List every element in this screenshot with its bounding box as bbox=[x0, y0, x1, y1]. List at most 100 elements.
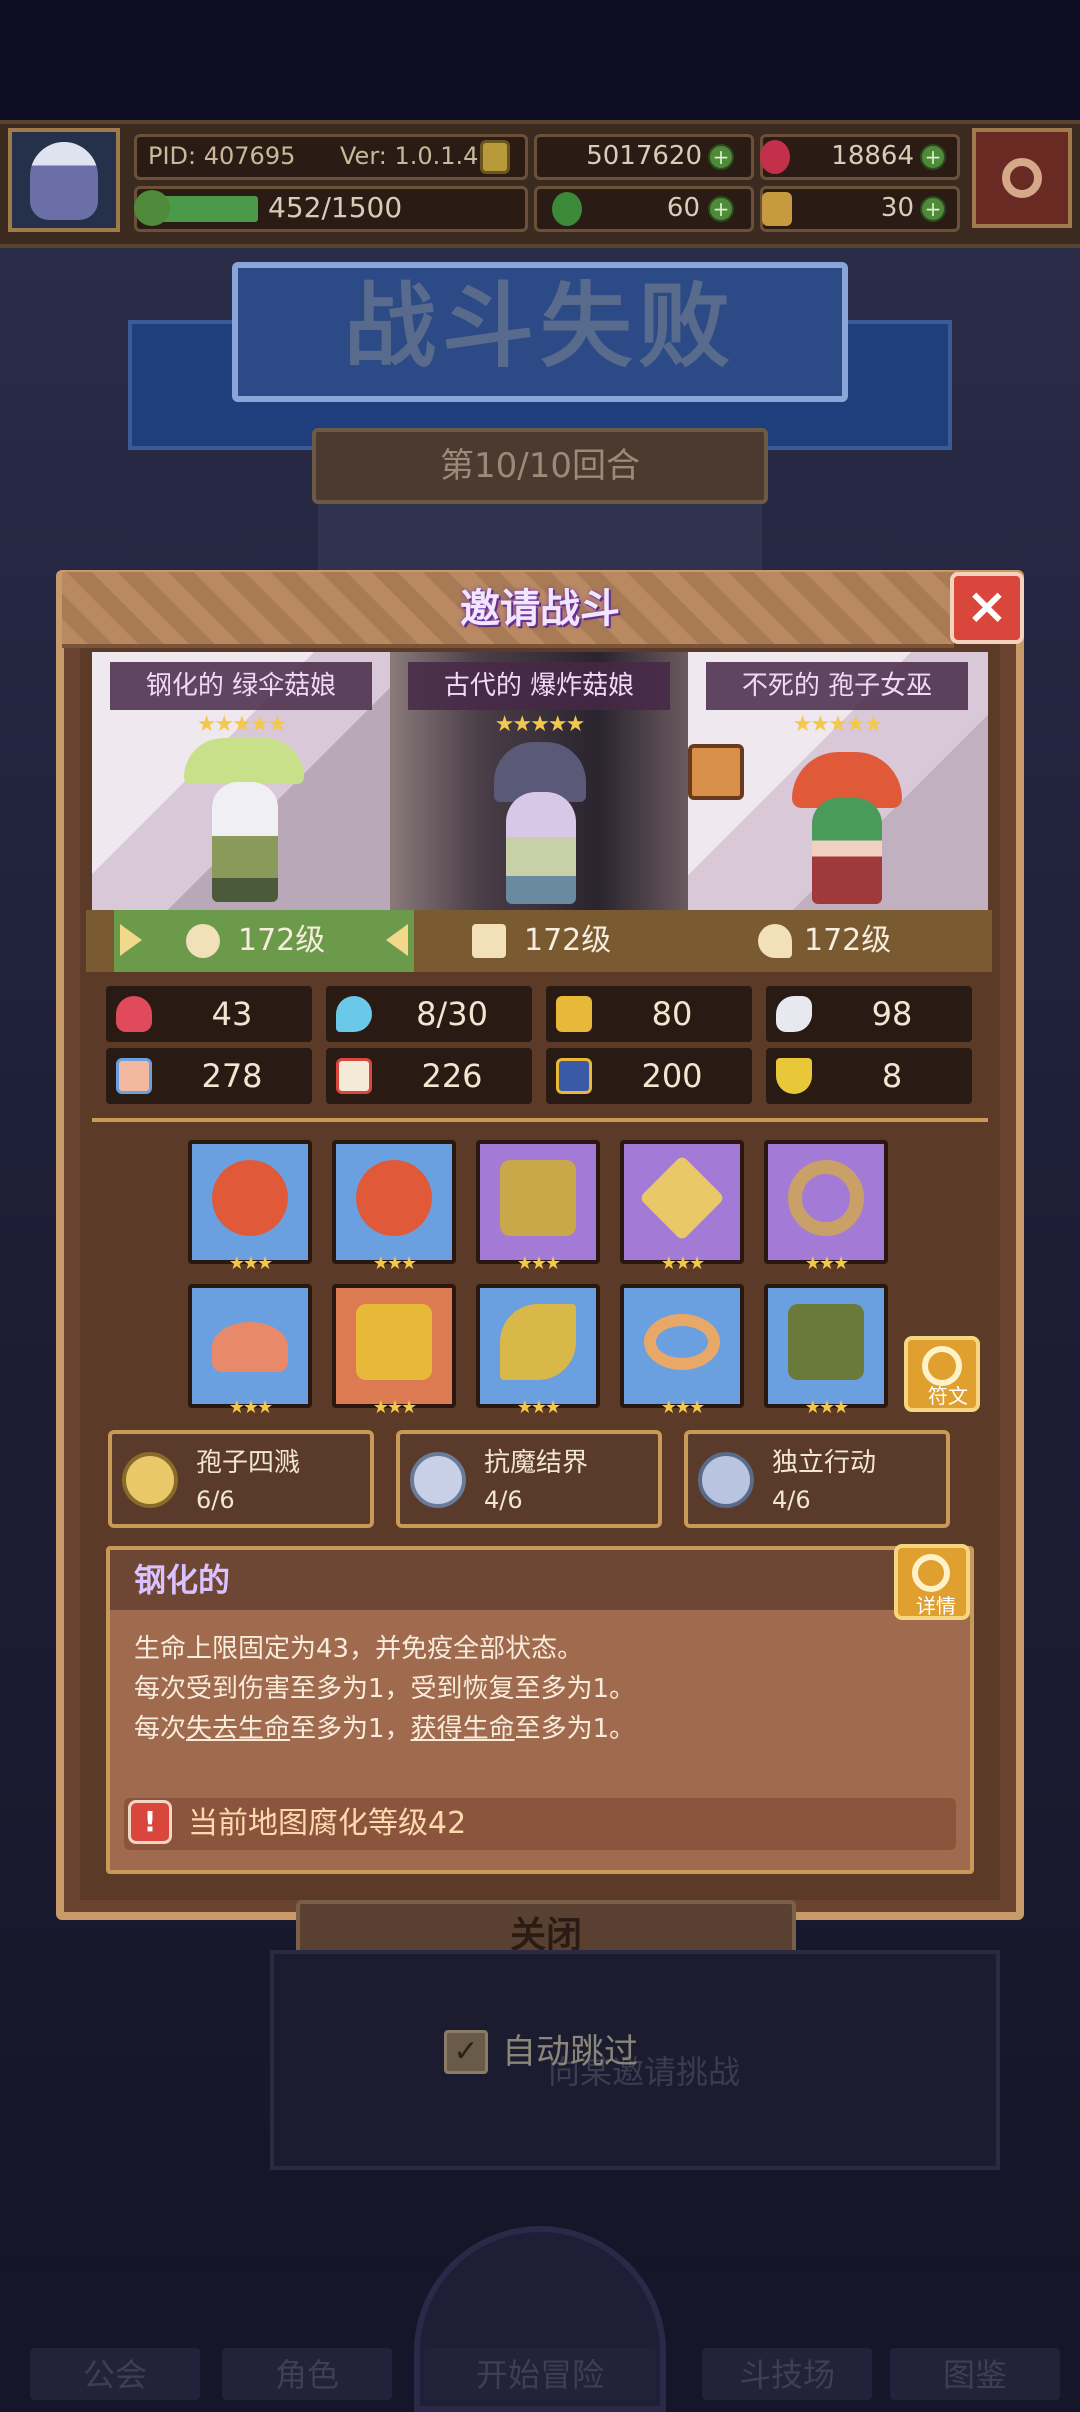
level-label: 172级 bbox=[238, 923, 326, 958]
stat-health: 43 bbox=[106, 986, 312, 1042]
stat-magic: 226 bbox=[326, 1048, 532, 1104]
clover-icon bbox=[552, 192, 582, 226]
corruption-warning: 当前地图腐化等级42 bbox=[188, 1806, 467, 1841]
nav-arena-label: 斗技场 bbox=[738, 2356, 835, 2394]
enemy-stars: ★★★★★ bbox=[494, 712, 586, 737]
stat-speed: 98 bbox=[766, 986, 972, 1042]
equip-slot[interactable]: ★★★ bbox=[332, 1140, 456, 1274]
scroll-icon bbox=[556, 1058, 592, 1094]
player-avatar[interactable] bbox=[8, 128, 120, 232]
enemy-lineup: 钢化的 绿伞菇娘 ★★★★★ 古代的 爆炸菇娘 ★★★★★ 不死的 孢子女巫 ★… bbox=[92, 652, 988, 910]
book-icon bbox=[336, 1058, 372, 1094]
rune-label: 符文 bbox=[928, 1384, 968, 1408]
enemy-name: 古代的 爆炸菇娘 bbox=[408, 662, 670, 710]
trait-line-2: 每次受到伤害至多为1，受到恢复至多为1。 bbox=[134, 1674, 636, 1704]
enemy-slot-2[interactable]: 古代的 爆炸菇娘 ★★★★★ bbox=[390, 652, 688, 910]
wand-icon bbox=[758, 924, 792, 958]
enemy-name: 不死的 孢子女巫 bbox=[706, 662, 968, 710]
nav-guild-label: 公会 bbox=[82, 2356, 147, 2394]
equip-slot[interactable]: ★★★ bbox=[332, 1284, 456, 1418]
pid-label: PID: 407695 bbox=[148, 142, 296, 170]
necklace-icon bbox=[500, 1160, 576, 1236]
nav-codex-label: 图鉴 bbox=[942, 2356, 1007, 2394]
skill-card[interactable]: 独立行动 4/6 bbox=[684, 1430, 950, 1528]
equip-slot[interactable]: ★★★ bbox=[764, 1284, 888, 1418]
stat-resist: 200 bbox=[546, 1048, 752, 1104]
skill-card[interactable]: 抗魔结界 4/6 bbox=[396, 1430, 662, 1528]
auto-skip-label: 自动跳过 bbox=[502, 2032, 638, 2072]
gain-life-link[interactable]: 获得生命 bbox=[411, 1714, 515, 1744]
key-icon bbox=[762, 192, 792, 226]
equip-slot[interactable]: ★★★ bbox=[188, 1284, 312, 1418]
enemy-slot-3[interactable]: 不死的 孢子女巫 ★★★★★ bbox=[688, 652, 988, 910]
gem-amount: 18864 bbox=[831, 141, 914, 171]
shield-icon bbox=[556, 996, 592, 1032]
gem-amulet-icon bbox=[639, 1155, 725, 1241]
stat-mana: 8/30 bbox=[326, 986, 532, 1042]
enemy-slot-1[interactable]: 钢化的 绿伞菇娘 ★★★★★ bbox=[92, 652, 390, 910]
wing-icon bbox=[776, 996, 812, 1032]
mushroom-cap-icon bbox=[212, 1322, 288, 1372]
equip-slot[interactable]: ★★★ bbox=[620, 1284, 744, 1418]
equip-slot[interactable]: ★★★ bbox=[476, 1140, 600, 1274]
lose-life-link[interactable]: 失去生命 bbox=[186, 1714, 290, 1744]
shield-icon bbox=[186, 924, 220, 958]
trait-line-3: 每次失去生命至多为1，获得生命至多为1。 bbox=[134, 1714, 636, 1744]
detail-button[interactable]: 详情 bbox=[894, 1544, 970, 1620]
barrier-icon bbox=[410, 1452, 466, 1508]
stat-attack: 278 bbox=[106, 1048, 312, 1104]
fist-icon bbox=[116, 1058, 152, 1094]
red-orb-icon bbox=[212, 1160, 288, 1236]
add-gold-icon[interactable]: + bbox=[708, 144, 734, 170]
gold-amount: 5017620 bbox=[586, 141, 702, 171]
lock-icon bbox=[688, 744, 744, 800]
coin-icon bbox=[480, 140, 510, 174]
golden-armor-icon bbox=[356, 1304, 432, 1380]
modal-title: 邀请战斗 bbox=[460, 586, 620, 632]
divider bbox=[92, 1118, 988, 1122]
heart-icon bbox=[116, 996, 152, 1032]
add-key-icon[interactable]: + bbox=[920, 196, 946, 222]
close-icon[interactable]: × bbox=[950, 572, 1024, 644]
level-label: 172级 bbox=[804, 923, 892, 958]
result-title: 战斗失败 bbox=[343, 273, 736, 380]
detail-label: 详情 bbox=[916, 1594, 956, 1618]
water-drop-icon bbox=[336, 996, 372, 1032]
equip-slot[interactable]: ★★★ bbox=[620, 1140, 744, 1274]
equip-slot[interactable]: ★★★ bbox=[188, 1140, 312, 1274]
round-counter: 第10/10回合 bbox=[440, 446, 640, 486]
settings-gear-icon[interactable] bbox=[972, 128, 1072, 228]
level-bar: 172级 172级 172级 bbox=[86, 910, 992, 972]
red-orb-icon bbox=[356, 1160, 432, 1236]
trait-title: 钢化的 bbox=[134, 1561, 231, 1599]
rune-button[interactable]: 符文 bbox=[904, 1336, 980, 1412]
enemy-stars: ★★★★★ bbox=[196, 712, 288, 737]
boots-icon bbox=[788, 1304, 864, 1380]
independent-icon bbox=[698, 1452, 754, 1508]
stamina-value: 452/1500 bbox=[268, 191, 403, 224]
equip-slot[interactable]: ★★★ bbox=[476, 1284, 600, 1418]
mushroom-girl-sprite bbox=[212, 782, 278, 902]
next-arrow-icon[interactable] bbox=[386, 924, 408, 956]
ring-icon bbox=[788, 1160, 864, 1236]
avatar-face bbox=[30, 142, 98, 220]
add-gem-icon[interactable]: + bbox=[920, 144, 946, 170]
version-label: Ver: 1.0.1.4 bbox=[340, 142, 479, 170]
spore-icon bbox=[122, 1452, 178, 1508]
horseshoe-icon bbox=[776, 1058, 812, 1094]
equip-slot[interactable]: ★★★ bbox=[764, 1140, 888, 1274]
bracelet-icon bbox=[644, 1314, 720, 1370]
stamina-icon bbox=[134, 190, 170, 226]
prev-arrow-icon[interactable] bbox=[120, 924, 142, 956]
add-clover-icon[interactable]: + bbox=[708, 196, 734, 222]
magnifier-icon bbox=[912, 1554, 950, 1592]
sword-icon bbox=[500, 1304, 576, 1380]
umbrella-cap-sprite bbox=[184, 738, 304, 784]
key-amount: 30 bbox=[880, 193, 914, 223]
auto-skip-checkbox[interactable]: ✓ bbox=[444, 2030, 488, 2074]
stat-luck: 8 bbox=[766, 1048, 972, 1104]
skill-card[interactable]: 孢子四溅 6/6 bbox=[108, 1430, 374, 1528]
stat-defense: 80 bbox=[546, 986, 752, 1042]
nav-character-label: 角色 bbox=[274, 2356, 339, 2394]
gem-icon bbox=[760, 140, 790, 174]
